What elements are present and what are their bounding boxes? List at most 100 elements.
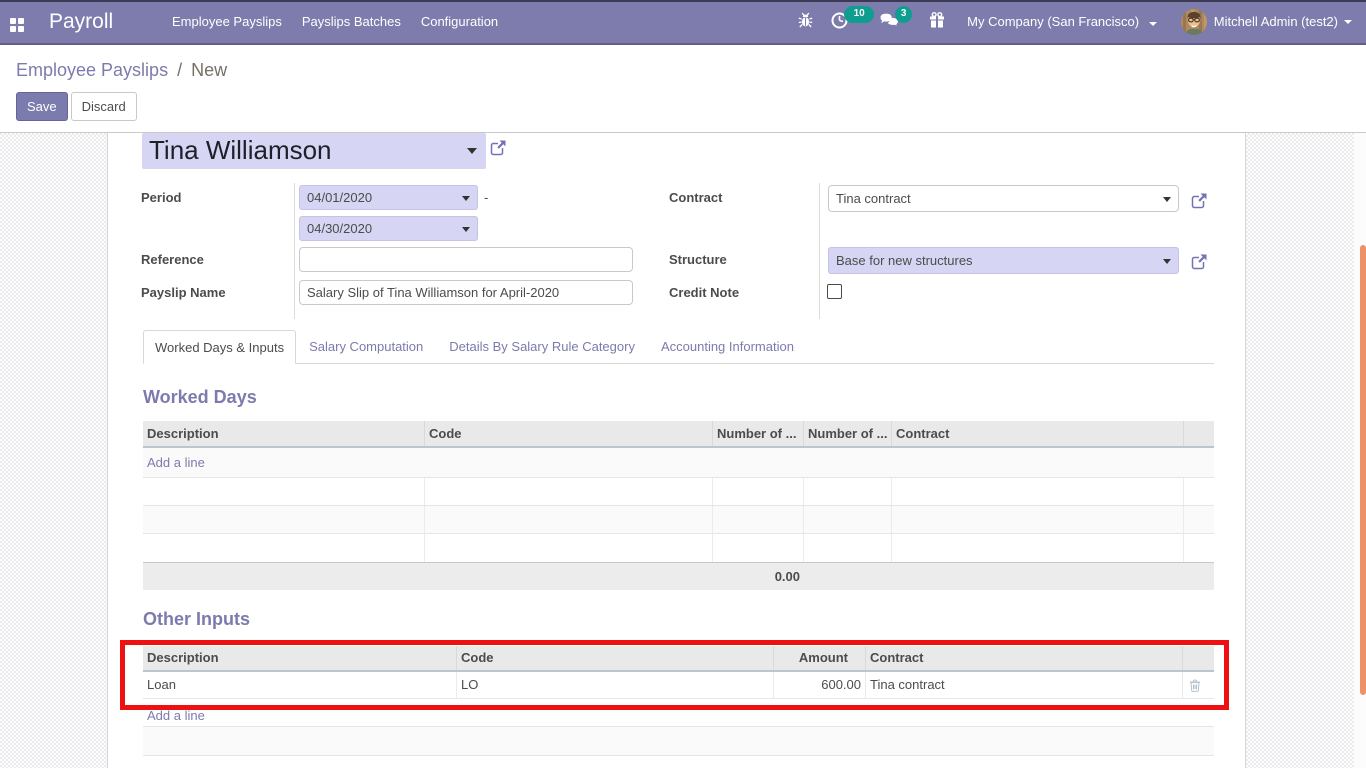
col-number-of-hours[interactable]: Number of ... xyxy=(804,421,892,446)
structure-external-link-icon[interactable] xyxy=(1191,253,1208,270)
structure-caret-icon[interactable] xyxy=(1163,259,1171,264)
employee-name: Tina Williamson xyxy=(149,133,332,168)
top-navbar: Payroll Employee Payslips Payslips Batch… xyxy=(0,0,1366,45)
menu-payslips-batches[interactable]: Payslips Batches xyxy=(292,0,411,43)
worked-days-total: 0.00 xyxy=(713,563,804,590)
breadcrumb-current: New xyxy=(191,60,227,80)
cell-amount[interactable]: 600.00 xyxy=(774,672,866,698)
contract-value: Tina contract xyxy=(836,186,911,211)
cell-code[interactable]: LO xyxy=(457,672,774,698)
app-name[interactable]: Payroll xyxy=(49,0,113,43)
employee-field[interactable]: Tina Williamson xyxy=(142,133,486,169)
tab-accounting-information[interactable]: Accounting Information xyxy=(648,330,807,363)
col-code[interactable]: Code xyxy=(457,646,774,670)
period-from-value: 04/01/2020 xyxy=(307,186,372,209)
worked-days-footer-row: 0.00 xyxy=(143,562,1214,590)
contract-external-link-icon[interactable] xyxy=(1191,192,1208,209)
left-group-separator xyxy=(294,183,295,319)
structure-value: Base for new structures xyxy=(836,248,973,273)
other-inputs-header-row: Description Code Amount Contract xyxy=(143,646,1214,672)
other-inputs-row-loan[interactable]: Loan LO 600.00 Tina contract xyxy=(143,672,1214,699)
other-inputs-empty-row xyxy=(143,727,1214,756)
tab-details-by-salary-rule-category[interactable]: Details By Salary Rule Category xyxy=(436,330,648,363)
tab-worked-days-inputs[interactable]: Worked Days & Inputs xyxy=(143,330,296,364)
tab-salary-computation[interactable]: Salary Computation xyxy=(296,330,436,363)
period-to-value: 04/30/2020 xyxy=(307,217,372,240)
delete-row-icon[interactable] xyxy=(1189,679,1201,695)
menu-configuration[interactable]: Configuration xyxy=(411,0,508,43)
notebook-tabs: Worked Days & Inputs Salary Computation … xyxy=(143,330,1214,364)
structure-label: Structure xyxy=(669,252,727,267)
worked-days-header-row: Description Code Number of ... Number of… xyxy=(143,421,1214,448)
worked-days-table: Description Code Number of ... Number of… xyxy=(143,421,1214,590)
other-inputs-add-line-row: Add a line xyxy=(143,699,1214,727)
credit-note-label: Credit Note xyxy=(669,285,739,300)
user-menu[interactable]: Mitchell Admin (test2) xyxy=(1181,9,1352,35)
structure-input[interactable]: Base for new structures xyxy=(828,247,1179,274)
payslip-name-input[interactable]: Salary Slip of Tina Williamson for April… xyxy=(299,280,633,305)
worked-days-add-line-row: Add a line xyxy=(143,448,1214,478)
other-inputs-table: Description Code Amount Contract Loan LO… xyxy=(143,646,1214,756)
breadcrumb-link[interactable]: Employee Payslips xyxy=(16,60,168,80)
messages-badge: 3 xyxy=(895,6,912,23)
user-name: Mitchell Admin (test2) xyxy=(1214,14,1338,29)
menu-employee-payslips[interactable]: Employee Payslips xyxy=(162,0,292,43)
right-group-separator xyxy=(819,183,820,319)
cell-actions xyxy=(1183,672,1214,698)
payslip-name-value: Salary Slip of Tina Williamson for April… xyxy=(307,281,559,304)
avatar xyxy=(1181,9,1207,35)
reference-label: Reference xyxy=(141,252,204,267)
messages-chat-icon[interactable]: 3 xyxy=(880,12,899,32)
contract-input[interactable]: Tina contract xyxy=(828,185,1179,212)
col-contract[interactable]: Contract xyxy=(866,646,1183,670)
period-separator: - xyxy=(484,190,488,205)
debug-bug-icon[interactable] xyxy=(798,12,813,31)
period-from-caret-icon[interactable] xyxy=(462,196,470,201)
top-dark-strip xyxy=(0,0,1366,2)
gift-icon[interactable] xyxy=(929,12,945,31)
worked-days-empty-row xyxy=(143,534,1214,562)
control-panel: Employee Payslips / New Save Discard xyxy=(0,45,1366,133)
period-from-input[interactable]: 04/01/2020 xyxy=(299,185,478,210)
col-actions xyxy=(1183,646,1214,670)
other-inputs-title: Other Inputs xyxy=(143,609,250,630)
activities-badge: 10 xyxy=(844,6,874,23)
employee-external-link-icon[interactable] xyxy=(490,139,507,156)
discard-button[interactable]: Discard xyxy=(71,92,137,121)
breadcrumb: Employee Payslips / New xyxy=(16,60,227,81)
company-switcher[interactable]: My Company (San Francisco) xyxy=(967,14,1157,29)
col-description[interactable]: Description xyxy=(143,646,457,670)
form-sheet: Tina Williamson Period 04/01/2020 - 04/3… xyxy=(107,133,1246,768)
worked-days-add-line[interactable]: Add a line xyxy=(143,448,209,477)
col-actions xyxy=(1184,421,1214,446)
col-contract[interactable]: Contract xyxy=(892,421,1184,446)
save-button[interactable]: Save xyxy=(16,92,68,121)
period-to-input[interactable]: 04/30/2020 xyxy=(299,216,478,241)
payslip-name-label: Payslip Name xyxy=(141,285,226,300)
worked-days-empty-row xyxy=(143,506,1214,534)
form-view: Tina Williamson Period 04/01/2020 - 04/3… xyxy=(0,133,1366,768)
cell-contract[interactable]: Tina contract xyxy=(866,672,1183,698)
company-name: My Company (San Francisco) xyxy=(967,14,1139,29)
user-caret-icon xyxy=(1344,20,1352,24)
col-code[interactable]: Code xyxy=(425,421,713,446)
contract-label: Contract xyxy=(669,190,722,205)
credit-note-checkbox[interactable] xyxy=(827,284,842,299)
period-to-caret-icon[interactable] xyxy=(462,227,470,232)
col-description[interactable]: Description xyxy=(143,421,425,446)
systray: 10 3 My Company (San Francisc xyxy=(798,0,1366,43)
cell-description[interactable]: Loan xyxy=(143,672,457,698)
reference-input[interactable] xyxy=(299,247,633,272)
employee-caret-icon[interactable] xyxy=(467,148,477,154)
company-caret-icon xyxy=(1149,22,1157,26)
breadcrumb-separator: / xyxy=(173,60,186,80)
apps-menu-icon[interactable] xyxy=(10,18,24,32)
other-inputs-add-line[interactable]: Add a line xyxy=(143,699,209,726)
activities-clock-icon[interactable]: 10 xyxy=(831,12,848,32)
scrollbar-thumb[interactable] xyxy=(1360,245,1366,695)
worked-days-empty-row xyxy=(143,478,1214,506)
contract-caret-icon[interactable] xyxy=(1163,197,1171,202)
col-number-of-days[interactable]: Number of ... xyxy=(713,421,804,446)
top-menus: Employee Payslips Payslips Batches Confi… xyxy=(162,0,508,43)
col-amount[interactable]: Amount xyxy=(774,646,866,670)
